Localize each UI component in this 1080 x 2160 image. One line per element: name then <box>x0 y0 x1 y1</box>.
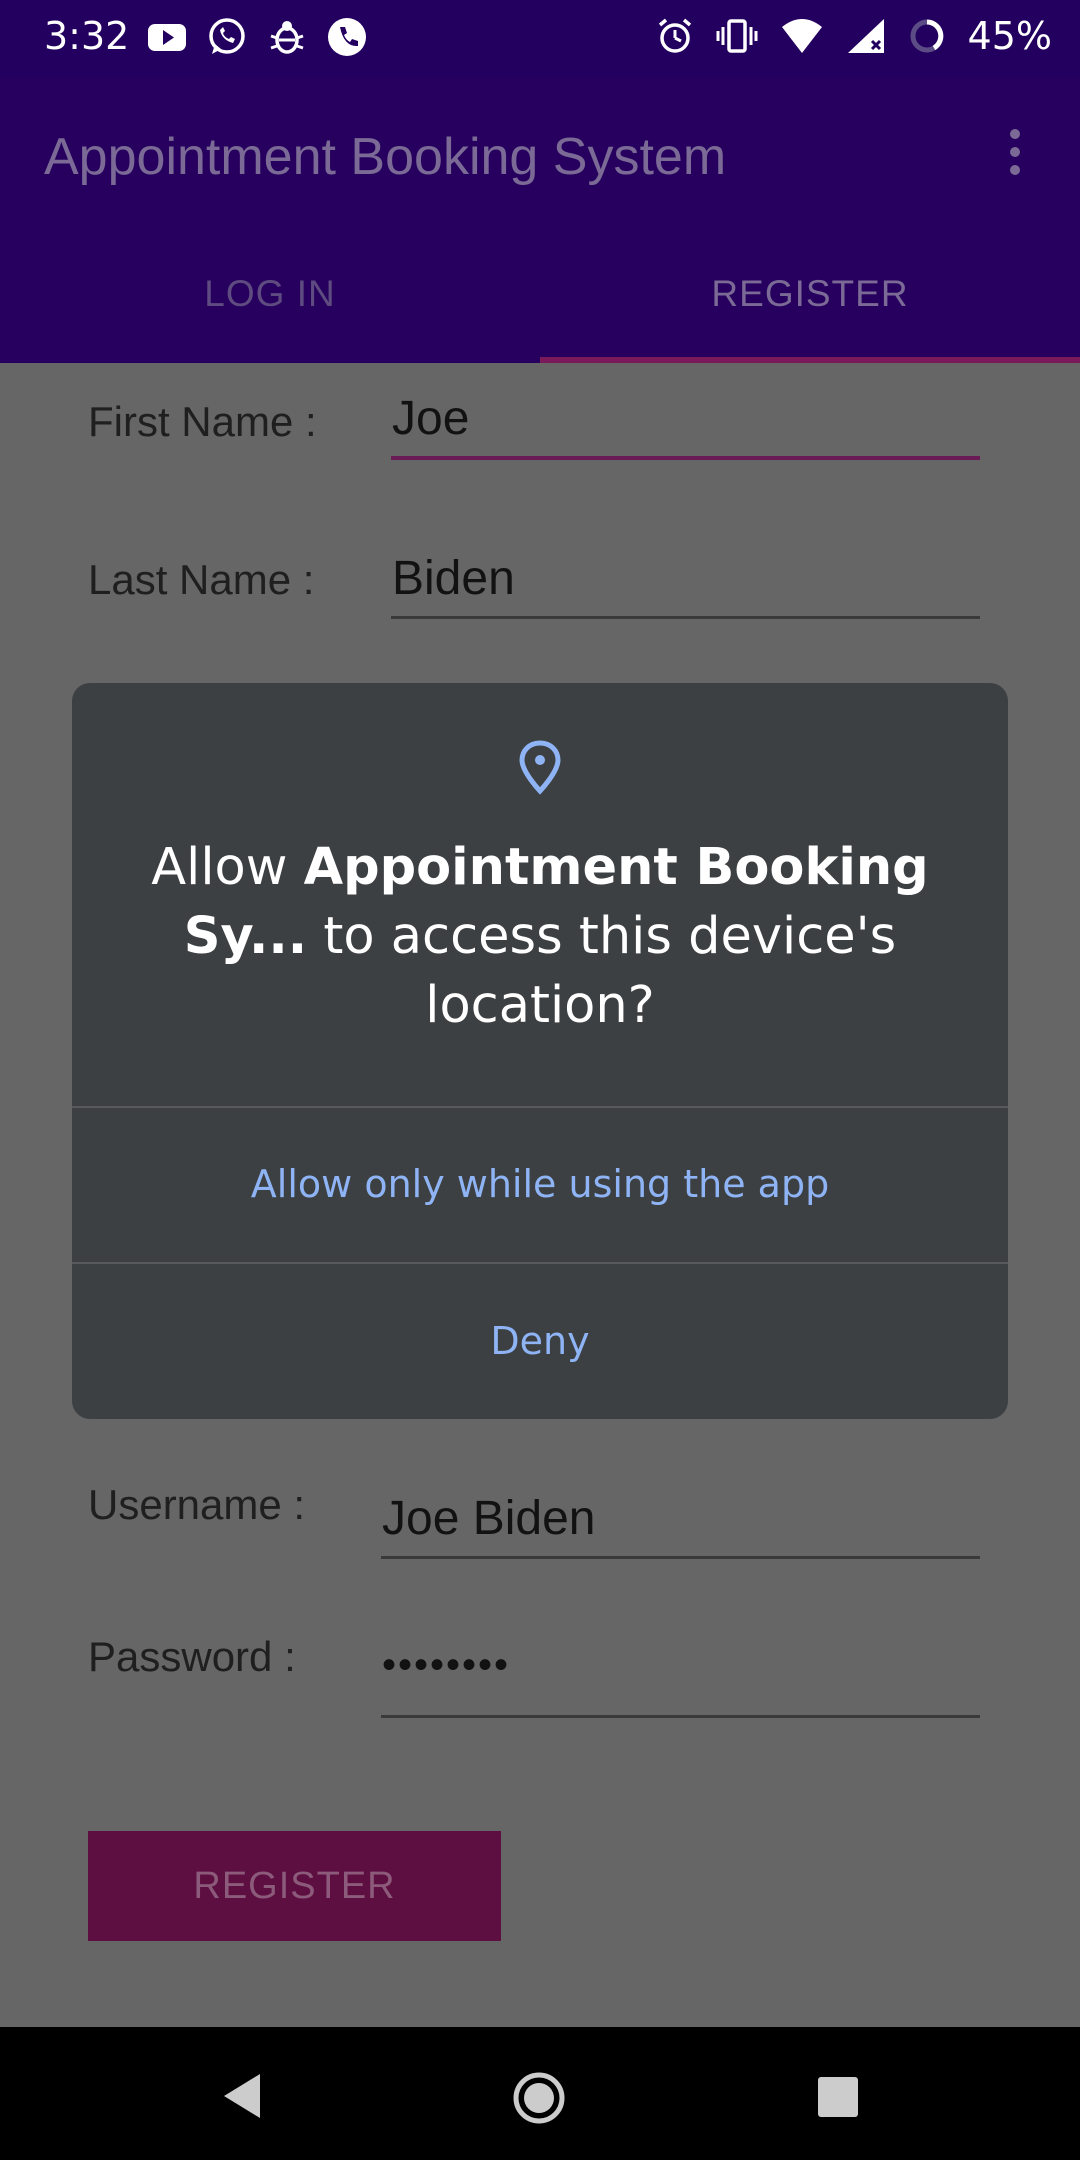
first-name-field[interactable]: Joe <box>392 391 469 446</box>
allow-while-using-button[interactable]: Allow only while using the app <box>72 1106 1008 1262</box>
alarm-icon <box>658 18 691 53</box>
last-name-underline <box>391 616 980 619</box>
tab-register[interactable]: REGISTER <box>540 273 1080 315</box>
first-name-label: First Name : <box>88 398 317 445</box>
battery-percent: 45% <box>967 14 1052 58</box>
bug-icon <box>270 21 304 54</box>
status-bar: 3:32 45% <box>0 0 1080 77</box>
youtube-icon <box>148 24 186 51</box>
last-name-field[interactable]: Biden <box>392 551 515 606</box>
more-vert-icon[interactable] <box>1010 129 1024 179</box>
battery-icon <box>910 19 944 53</box>
app-title: Appointment Booking System <box>44 128 727 186</box>
navigation-bar <box>0 2027 1080 2160</box>
last-name-label: Last Name : <box>88 556 315 603</box>
vibrate-icon <box>716 19 758 53</box>
status-right-icons: 45% <box>656 14 1052 58</box>
username-field[interactable]: Joe Biden <box>382 1491 596 1546</box>
dialog-title: Allow Appointment Booking Sy... to acces… <box>112 833 968 1040</box>
username-underline <box>381 1556 980 1559</box>
phone-icon <box>328 18 366 56</box>
username-label: Username : <box>88 1481 306 1528</box>
home-circle-icon[interactable] <box>512 2071 566 2125</box>
dialog-title-suffix: to access this device's location? <box>307 907 897 1035</box>
password-label: Password : <box>88 1633 296 1680</box>
back-triangle-icon[interactable] <box>220 2071 264 2121</box>
dialog-title-prefix: Allow <box>151 838 304 897</box>
password-field[interactable]: •••••••• <box>382 1643 510 1688</box>
first-name-underline <box>391 456 980 460</box>
wifi-icon <box>781 19 822 53</box>
status-time: 3:32 <box>44 14 130 58</box>
app-bar: Appointment Booking System LOG IN REGIST… <box>0 77 1080 363</box>
register-button[interactable]: REGISTER <box>88 1831 501 1941</box>
location-permission-dialog: Allow Appointment Booking Sy... to acces… <box>72 683 1008 1419</box>
location-pin-icon <box>519 740 561 795</box>
tab-log-in[interactable]: LOG IN <box>0 273 540 315</box>
screen: 3:32 45% Appointment Booking System LOG … <box>0 0 1080 2160</box>
signal-icon <box>847 19 884 53</box>
recents-square-icon[interactable] <box>818 2077 858 2117</box>
password-underline <box>381 1715 980 1718</box>
deny-button[interactable]: Deny <box>72 1264 1008 1419</box>
status-left-icons <box>146 16 368 58</box>
whatsapp-icon <box>209 18 245 54</box>
